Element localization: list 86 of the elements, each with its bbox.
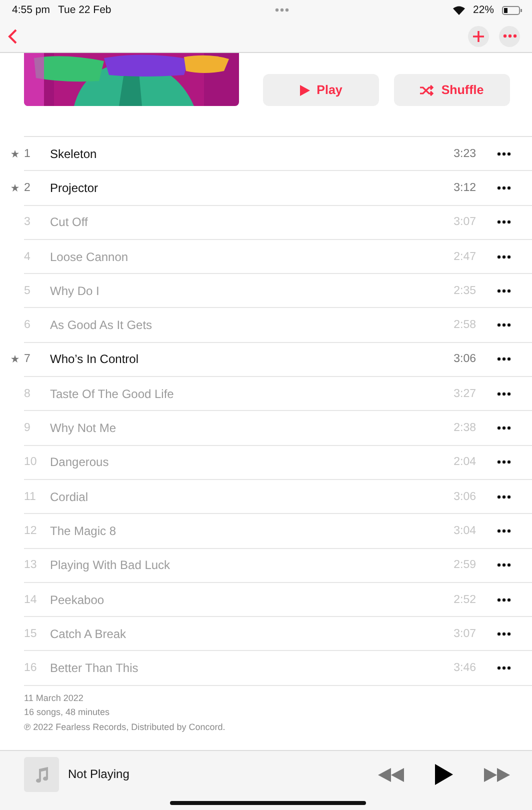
album-info-text: ℗ 2022 Fearless Records, Distributed by Concord.: [24, 720, 226, 734]
more-icon: [497, 254, 511, 259]
shuffle-icon: [420, 84, 434, 96]
back-icon[interactable]: [8, 28, 17, 44]
more-icon: [497, 323, 511, 328]
album-info-text: 11 March 2022: [24, 692, 84, 704]
play-icon: [435, 764, 453, 785]
track-duration: 3:04: [452, 524, 476, 537]
more-icon: [497, 186, 511, 190]
track-number: 1: [24, 148, 32, 160]
more-icon: [497, 426, 511, 430]
track-duration: 3:06: [452, 490, 476, 503]
track-number: 9: [24, 422, 32, 434]
track-title[interactable]: Why Not Me: [50, 421, 416, 436]
track-duration: 3:46: [452, 662, 476, 674]
track-title[interactable]: As Good As It Gets: [50, 318, 416, 332]
track-title[interactable]: Loose Cannon: [50, 250, 416, 264]
play-icon: [300, 84, 310, 96]
track-duration: 2:38: [452, 422, 476, 434]
album-info-text: 16 songs, 48 minutes: [24, 706, 111, 719]
fast-forward-icon: [484, 768, 510, 782]
track-title[interactable]: Taste Of The Good Life: [50, 386, 416, 401]
track-duration: 3:12: [452, 182, 476, 194]
track-title[interactable]: Projector: [50, 180, 416, 195]
music-note-icon: [34, 766, 48, 782]
status-time: 4:55 pm: [12, 4, 50, 16]
track-duration: 2:47: [452, 250, 476, 263]
wifi-icon: [452, 6, 465, 14]
track-number: 13: [24, 559, 38, 572]
track-duration: 2:52: [452, 594, 476, 606]
track-title[interactable]: Peekaboo: [50, 592, 416, 606]
more-icon: [497, 494, 511, 499]
track-duration: 2:59: [452, 559, 476, 572]
track-title[interactable]: Who’s In Control: [50, 352, 416, 366]
track-title[interactable]: The Magic 8: [50, 524, 416, 538]
more-icon: [497, 152, 511, 156]
more-icon: [497, 357, 511, 362]
shuffle-button[interactable]: Shuffle: [394, 74, 510, 106]
track-duration: 2:04: [452, 456, 476, 468]
track-duration: 3:23: [452, 148, 476, 160]
more-icon: [497, 460, 511, 464]
plus-icon: [473, 30, 484, 42]
track-number: 2: [24, 182, 32, 194]
status-date: Tue 22 Feb: [58, 4, 112, 16]
track-title[interactable]: Skeleton: [50, 146, 416, 161]
track-number: 16: [24, 662, 38, 674]
track-duration: 3:07: [452, 216, 476, 228]
track-number: 12: [24, 524, 38, 537]
track-title[interactable]: Cut Off: [50, 215, 416, 230]
more-icon: [502, 34, 516, 38]
play-button[interactable]: Play: [263, 74, 379, 106]
add-button[interactable]: [468, 26, 489, 46]
more-icon: [497, 528, 511, 533]
more-icon: [497, 563, 511, 568]
track-number: 15: [24, 628, 38, 640]
more-icon: [497, 288, 511, 293]
track-title[interactable]: Why Do I: [50, 284, 416, 298]
more-icon: [497, 666, 511, 670]
more-icon: [497, 392, 511, 396]
more-icon: [497, 632, 511, 636]
track-number: 5: [24, 284, 32, 297]
track-number: 6: [24, 319, 32, 332]
track-number: 7: [24, 353, 32, 366]
track-duration: 2:58: [452, 319, 476, 332]
track-number: 4: [24, 250, 32, 263]
now-playing-title: Not Playing: [68, 766, 130, 783]
track-title[interactable]: Dangerous: [50, 455, 416, 470]
track-duration: 3:06: [452, 353, 476, 366]
track-number: 8: [24, 388, 32, 400]
more-icon: [497, 220, 511, 224]
battery-percent: 22%: [472, 4, 494, 16]
track-title[interactable]: Playing With Bad Luck: [50, 558, 416, 572]
track-number: 10: [24, 456, 38, 468]
track-number: 3: [24, 216, 32, 228]
rewind-icon: [378, 768, 404, 782]
battery-icon: [502, 6, 522, 14]
track-duration: 3:07: [452, 628, 476, 640]
track-number: 14: [24, 594, 38, 606]
track-title[interactable]: Better Than This: [50, 661, 416, 676]
multitasking-dots-icon: [275, 8, 290, 12]
track-duration: 2:35: [452, 284, 476, 297]
track-title[interactable]: Cordial: [50, 490, 416, 504]
more-icon: [497, 598, 511, 602]
track-duration: 3:27: [452, 388, 476, 400]
track-title[interactable]: Catch A Break: [50, 626, 416, 641]
track-number: 11: [24, 490, 37, 503]
